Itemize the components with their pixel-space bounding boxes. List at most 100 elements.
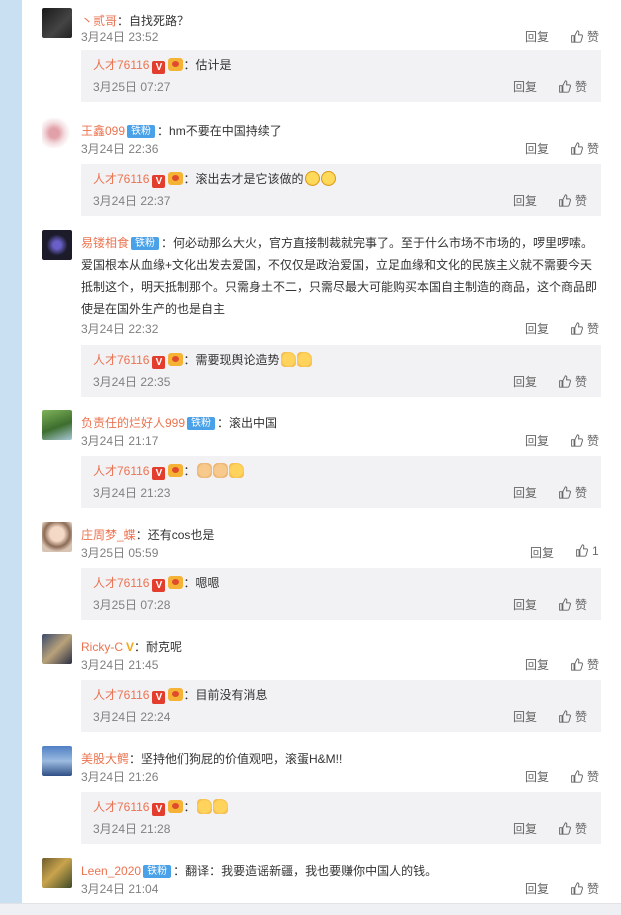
reply-time: 3月25日 07:28 — [93, 598, 171, 612]
reply-button[interactable]: 回复 — [525, 768, 549, 785]
like-button[interactable]: 赞 — [558, 484, 587, 501]
fan-badge: 铁粉 — [143, 865, 172, 878]
username[interactable]: 丶贰哥 — [81, 14, 117, 28]
reply-button[interactable]: 回复 — [525, 320, 549, 337]
thumb-up-icon — [559, 80, 571, 93]
thumb-up-icon — [559, 375, 571, 388]
username[interactable]: 美股大鳄 — [81, 752, 129, 766]
reply-box: 人才76116 V ：滚出去才是它该做的 3月24日 22:37 回复 赞 — [81, 164, 601, 216]
avatar[interactable] — [42, 746, 72, 776]
thumb-up-icon — [571, 30, 583, 43]
reply-button[interactable]: 回复 — [513, 373, 537, 390]
reply-button[interactable]: 回复 — [513, 596, 537, 613]
reply-time: 3月24日 22:35 — [93, 375, 171, 389]
username[interactable]: 负责任的烂好人999 — [81, 416, 185, 430]
fan-badge: 铁粉 — [187, 417, 216, 430]
like-button[interactable]: 赞 — [570, 656, 599, 673]
comment-text: 美股大鳄：坚持他们狗屁的价值观吧，滚蛋H&M!! — [81, 752, 343, 766]
thumb-up-icon — [571, 142, 583, 155]
verified-badge-icon: V — [152, 803, 166, 816]
avatar[interactable] — [42, 410, 72, 440]
comment-time: 3月25日 05:59 — [81, 546, 159, 560]
thumb-up-icon — [571, 434, 583, 447]
username[interactable]: 王鑫099 — [81, 124, 125, 138]
verified-badge-icon: V — [152, 175, 166, 188]
reply-text: 人才76116 V ：滚出去才是它该做的 — [93, 169, 336, 189]
avatar[interactable] — [42, 230, 72, 260]
verified-badge-icon: V — [152, 61, 166, 74]
member-crown-icon — [168, 688, 184, 701]
thumbs-up-emoji-icon — [196, 799, 212, 814]
avatar[interactable] — [42, 634, 72, 664]
reply-button[interactable]: 回复 — [513, 78, 537, 95]
thumbs-up-emoji-icon — [228, 463, 244, 478]
comment-text: 易镂相食 铁粉 ：何必动那么大火，官方直接制裁就完事了。至于什么市场不市场的，啰里啰… — [81, 236, 598, 316]
member-crown-icon — [168, 58, 184, 71]
reply-box: 人才76116 V： 3月24日 21:23 回复 赞 — [81, 456, 601, 508]
thumb-up-icon — [559, 194, 571, 207]
reply-box: 人才76116 V ：目前没有消息 3月24日 22:24 回复 赞 — [81, 680, 601, 732]
reply-time: 3月25日 07:27 — [93, 80, 171, 94]
like-button[interactable]: 赞 — [558, 78, 587, 95]
fist-emoji-icon — [212, 463, 228, 478]
reply-text: 人才76116 V ：目前没有消息 — [93, 688, 268, 704]
reply-button[interactable]: 回复 — [525, 28, 549, 45]
like-button[interactable]: 赞 — [558, 596, 587, 613]
fan-badge: 铁粉 — [127, 125, 156, 138]
verified-badge-icon: V — [152, 356, 166, 369]
thumb-up-icon — [559, 822, 571, 835]
like-button[interactable]: 赞 — [558, 820, 587, 837]
like-button[interactable]: 赞 — [570, 880, 599, 897]
reply-button[interactable]: 回复 — [525, 432, 549, 449]
like-button[interactable]: 赞 — [570, 28, 599, 45]
reply-username[interactable]: 人才76116 — [93, 688, 149, 702]
reply-username[interactable]: 人才76116 — [93, 353, 149, 367]
bottom-bar — [0, 903, 621, 915]
reply-time: 3月24日 21:28 — [93, 822, 171, 836]
like-button[interactable]: 1 — [575, 544, 599, 558]
thumbs-up-emoji-icon — [296, 352, 312, 367]
username[interactable]: Leen_2020 — [81, 864, 141, 878]
comment-time: 3月24日 21:17 — [81, 434, 159, 448]
reply-username[interactable]: 人才76116 — [93, 172, 149, 186]
avatar[interactable] — [42, 522, 72, 552]
reply-button[interactable]: 回复 — [513, 708, 537, 725]
reply-button[interactable]: 回复 — [525, 656, 549, 673]
thumb-up-icon — [559, 598, 571, 611]
avatar[interactable] — [42, 858, 72, 888]
reply-button[interactable]: 回复 — [525, 880, 549, 897]
like-button[interactable]: 赞 — [558, 192, 587, 209]
reply-username[interactable]: 人才76116 — [93, 58, 149, 72]
fist-emoji-icon — [196, 463, 212, 478]
thumb-up-icon — [559, 486, 571, 499]
like-button[interactable]: 赞 — [558, 373, 587, 390]
comment-text: 王鑫099 铁粉 ：hm不要在中国持续了 — [81, 124, 282, 138]
username[interactable]: 庄周梦_蝶 — [81, 528, 136, 542]
reply-box: 人才76116 V ：估计是 3月25日 07:27 回复 赞 — [81, 50, 601, 102]
comment-text: 丶贰哥：自找死路？ — [81, 14, 190, 28]
like-button[interactable]: 赞 — [558, 708, 587, 725]
like-button[interactable]: 赞 — [570, 432, 599, 449]
reply-button[interactable]: 回复 — [513, 820, 537, 837]
reply-button[interactable]: 回复 — [525, 140, 549, 157]
reply-button[interactable]: 回复 — [513, 192, 537, 209]
like-button[interactable]: 赞 — [570, 320, 599, 337]
comment-text: Leen_2020 铁粉 ：翻译：我要造谣新疆，我也要赚你中国人的钱。 — [81, 864, 438, 878]
like-button[interactable]: 赞 — [570, 140, 599, 157]
verified-v-icon: V — [126, 640, 135, 654]
member-crown-icon — [168, 353, 184, 366]
avatar[interactable] — [42, 118, 72, 148]
reply-button[interactable]: 回复 — [513, 484, 537, 501]
reply-username[interactable]: 人才76116 — [93, 464, 149, 478]
verified-badge-icon: V — [152, 579, 166, 592]
reply-button[interactable]: 回复 — [530, 544, 554, 561]
reply-username[interactable]: 人才76116 — [93, 576, 149, 590]
reply-text: 人才76116 V： — [93, 797, 228, 817]
like-button[interactable]: 赞 — [570, 768, 599, 785]
username[interactable]: 易镂相食 — [81, 236, 129, 250]
thumbs-up-emoji-icon — [280, 352, 296, 367]
reply-username[interactable]: 人才76116 — [93, 800, 149, 814]
thumb-up-icon — [571, 770, 583, 783]
username[interactable]: Ricky-C — [81, 640, 123, 654]
avatar[interactable] — [42, 8, 72, 38]
